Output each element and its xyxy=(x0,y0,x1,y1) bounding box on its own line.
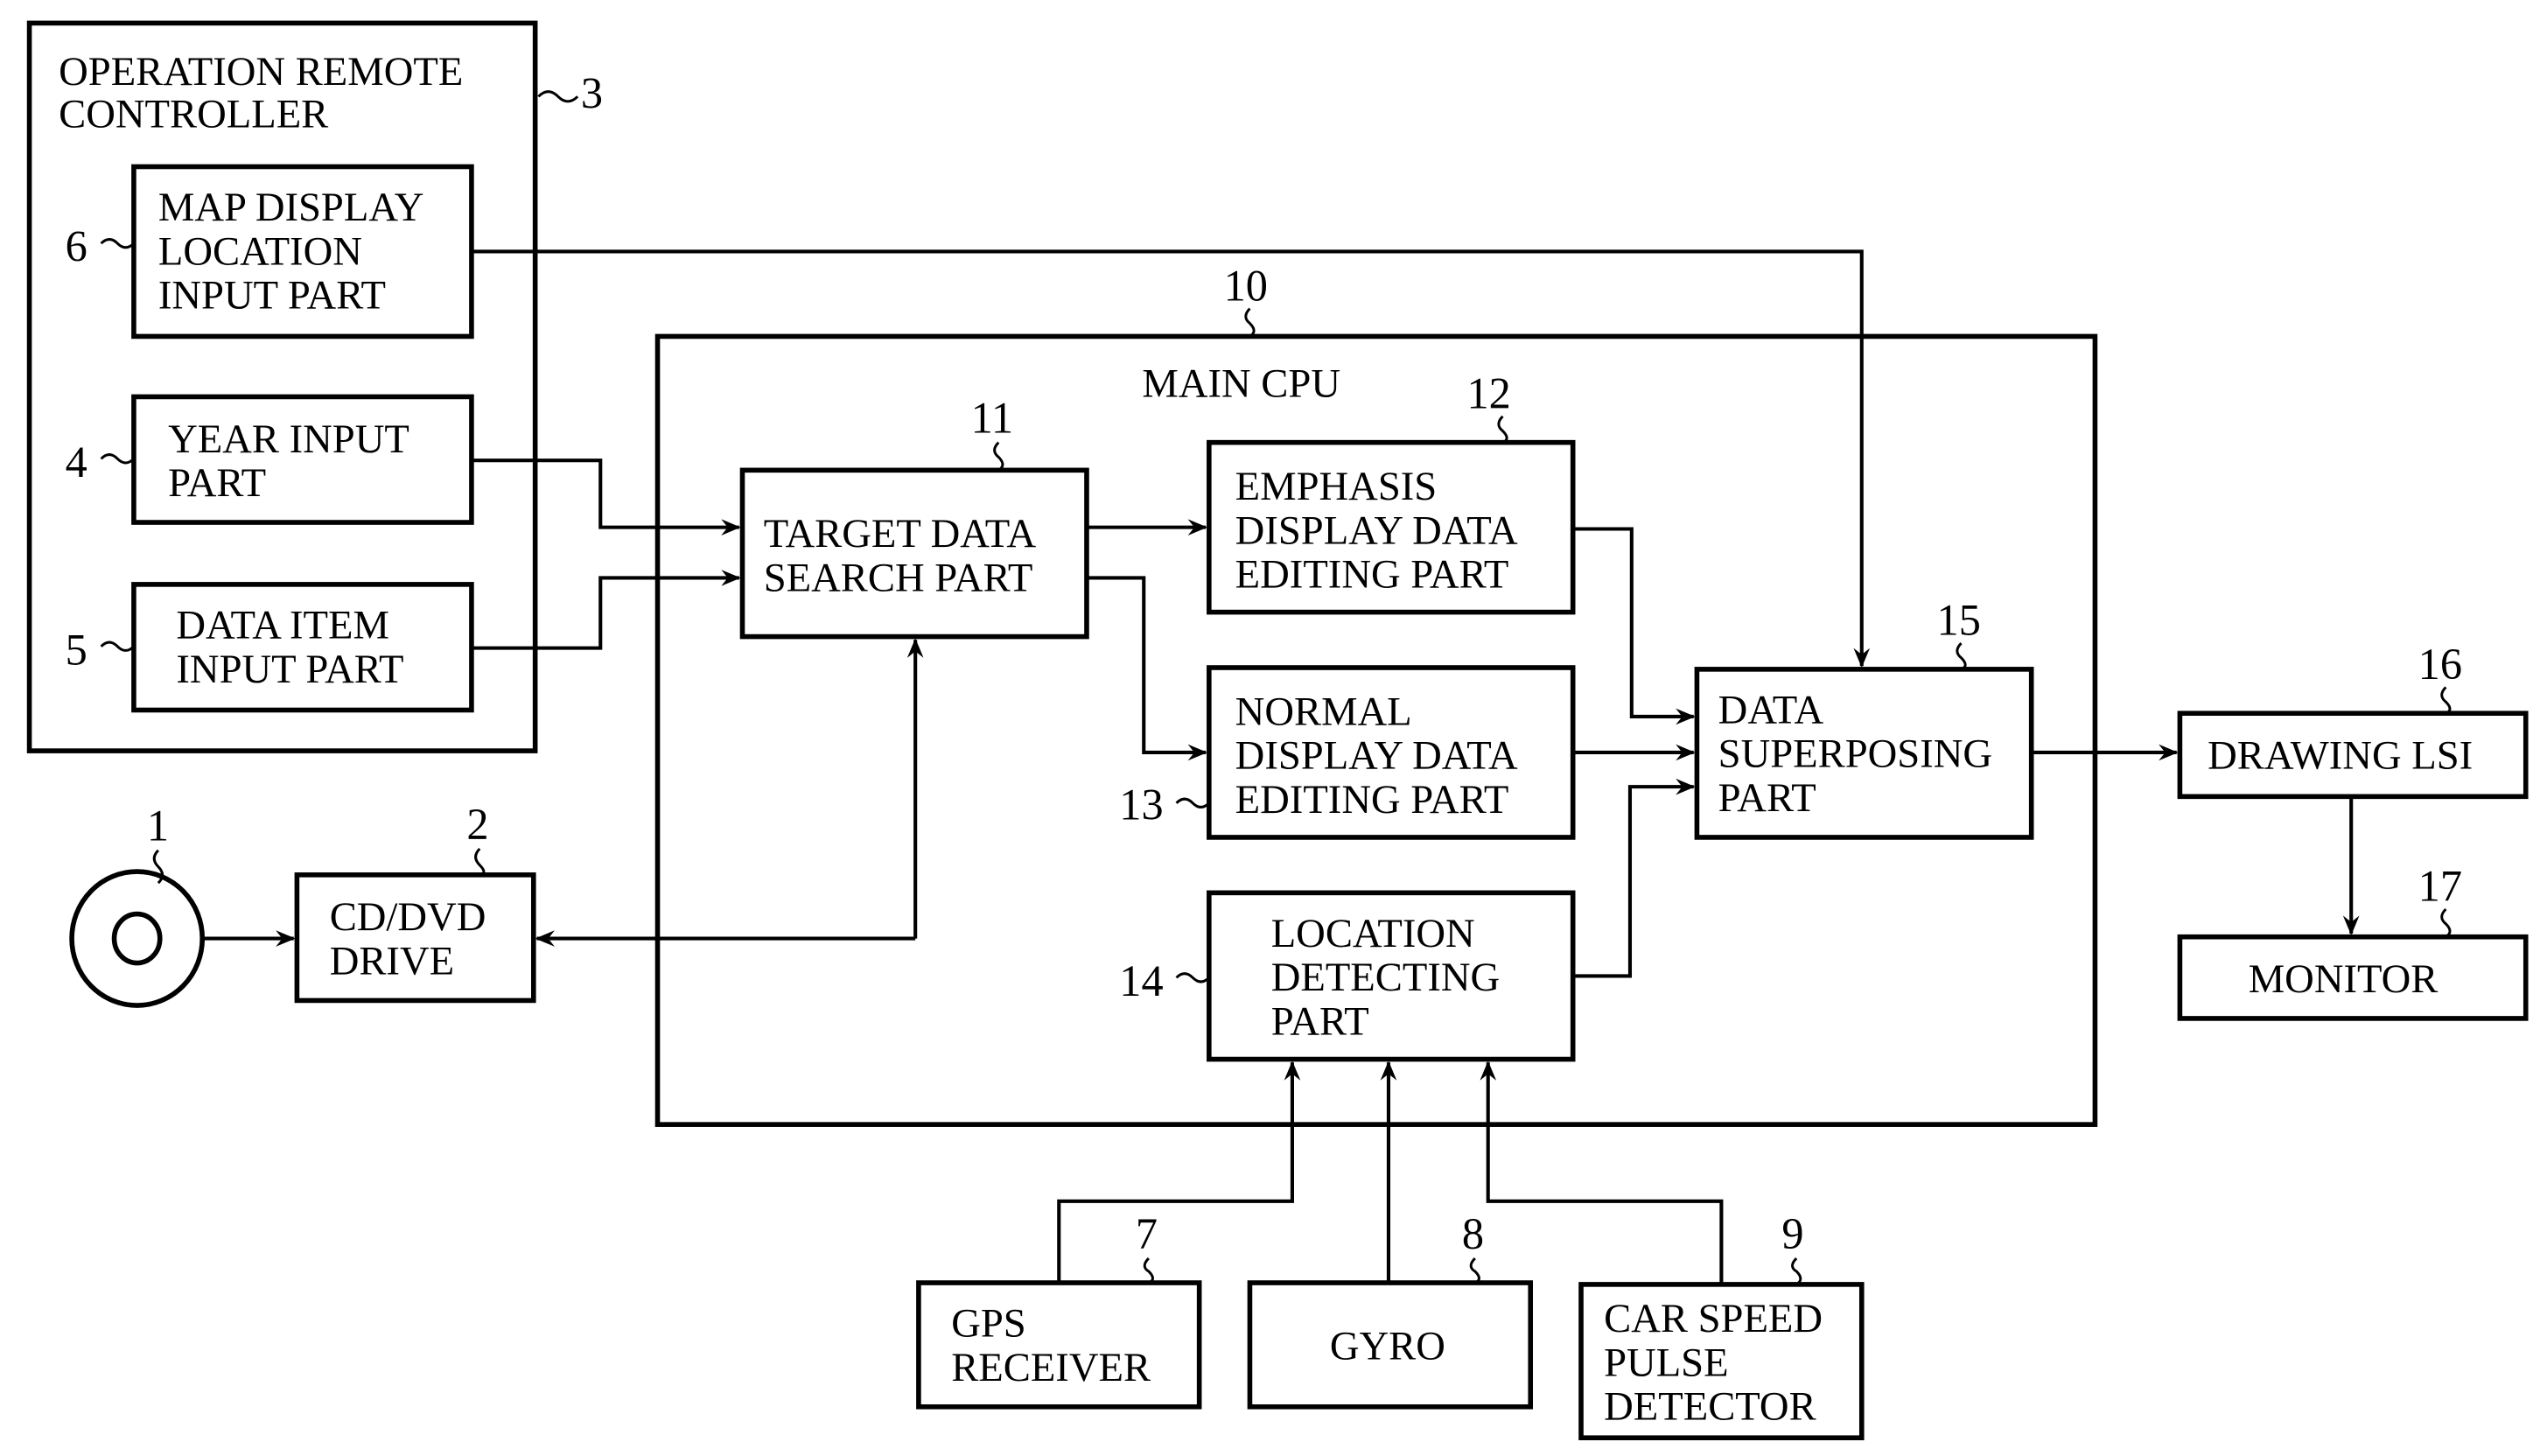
speed-line2: PULSE xyxy=(1604,1340,1728,1385)
map-input-line2: LOCATION xyxy=(158,228,362,274)
ref-number-8: 8 xyxy=(1462,1209,1484,1258)
gyro-label: GYRO xyxy=(1330,1324,1445,1369)
ref-number-15: 15 xyxy=(1937,596,1981,645)
ref-number-4: 4 xyxy=(66,438,87,486)
item-input-line1: DATA ITEM xyxy=(176,602,389,648)
ref-number-2: 2 xyxy=(466,800,488,849)
drive-line1: CD/DVD xyxy=(330,894,486,940)
leader-squiggle-icon xyxy=(537,90,579,103)
location-line2: DETECTING xyxy=(1271,955,1500,1000)
ref-number-14: 14 xyxy=(1119,956,1163,1005)
gps-line2: RECEIVER xyxy=(951,1345,1151,1390)
ref-number-17: 17 xyxy=(2418,862,2462,911)
leader-squiggle-icon xyxy=(474,847,486,877)
remote-label-line2: CONTROLLER xyxy=(59,92,329,137)
normal-line1: NORMAL xyxy=(1235,689,1412,734)
superpose-line3: PART xyxy=(1718,775,1816,821)
leader-squiggle-icon xyxy=(2440,907,2452,938)
search-line2: SEARCH PART xyxy=(764,555,1033,600)
monitor-label: MONITOR xyxy=(2249,956,2439,1002)
ref-number-9: 9 xyxy=(1781,1209,1803,1258)
superpose-line2: SUPERPOSING xyxy=(1718,732,1992,777)
block-diagram: OPERATION REMOTE CONTROLLER 3 MAP DISPLA… xyxy=(26,20,2529,1440)
ref-number-7: 7 xyxy=(1136,1209,1158,1258)
normal-line3: EDITING PART xyxy=(1235,777,1509,822)
ref-number-1: 1 xyxy=(147,802,169,850)
year-input-line1: YEAR INPUT xyxy=(168,416,409,462)
normal-line2: DISPLAY DATA xyxy=(1235,733,1518,779)
drive-line2: DRIVE xyxy=(330,939,454,984)
speed-line1: CAR SPEED xyxy=(1604,1296,1823,1341)
leader-squiggle-icon xyxy=(2440,686,2452,715)
leader-squiggle-icon xyxy=(1143,1257,1154,1284)
map-input-line1: MAP DISPLAY xyxy=(158,185,423,230)
cd-dvd-drive-block: CD/DVD DRIVE 2 xyxy=(294,800,536,1004)
disc-hole-icon xyxy=(111,911,163,966)
year-input-line2: PART xyxy=(168,460,266,506)
ref-number-3: 3 xyxy=(581,68,603,117)
disc-block: 1 xyxy=(69,802,206,1008)
ref-number-5: 5 xyxy=(66,625,87,674)
ref-number-16: 16 xyxy=(2418,640,2462,689)
map-input-line3: INPUT PART xyxy=(158,273,386,318)
leader-squiggle-icon xyxy=(1469,1257,1480,1284)
item-input-line2: INPUT PART xyxy=(176,647,403,692)
remote-label-line1: OPERATION REMOTE xyxy=(59,49,463,94)
ref-number-6: 6 xyxy=(66,222,87,271)
leader-squiggle-icon xyxy=(1791,1257,1802,1286)
main-cpu-label: MAIN CPU xyxy=(1142,360,1340,406)
gps-line1: GPS xyxy=(951,1301,1026,1347)
leader-squiggle-icon xyxy=(1244,307,1256,338)
ref-number-13: 13 xyxy=(1119,780,1163,829)
ref-number-11: 11 xyxy=(971,393,1013,442)
search-line1: TARGET DATA xyxy=(764,511,1037,556)
speed-line3: DETECTOR xyxy=(1604,1384,1816,1430)
emphasis-line3: EDITING PART xyxy=(1235,552,1509,598)
ref-number-10: 10 xyxy=(1224,261,1268,310)
location-line3: PART xyxy=(1271,999,1369,1045)
ref-number-12: 12 xyxy=(1466,368,1510,417)
emphasis-line2: DISPLAY DATA xyxy=(1235,508,1518,553)
location-line1: LOCATION xyxy=(1271,911,1475,956)
lsi-label: DRAWING LSI xyxy=(2208,733,2473,779)
superpose-line1: DATA xyxy=(1718,687,1824,732)
emphasis-line1: EMPHASIS xyxy=(1235,464,1438,509)
drawing-lsi-block: DRAWING LSI 16 xyxy=(2177,640,2529,800)
